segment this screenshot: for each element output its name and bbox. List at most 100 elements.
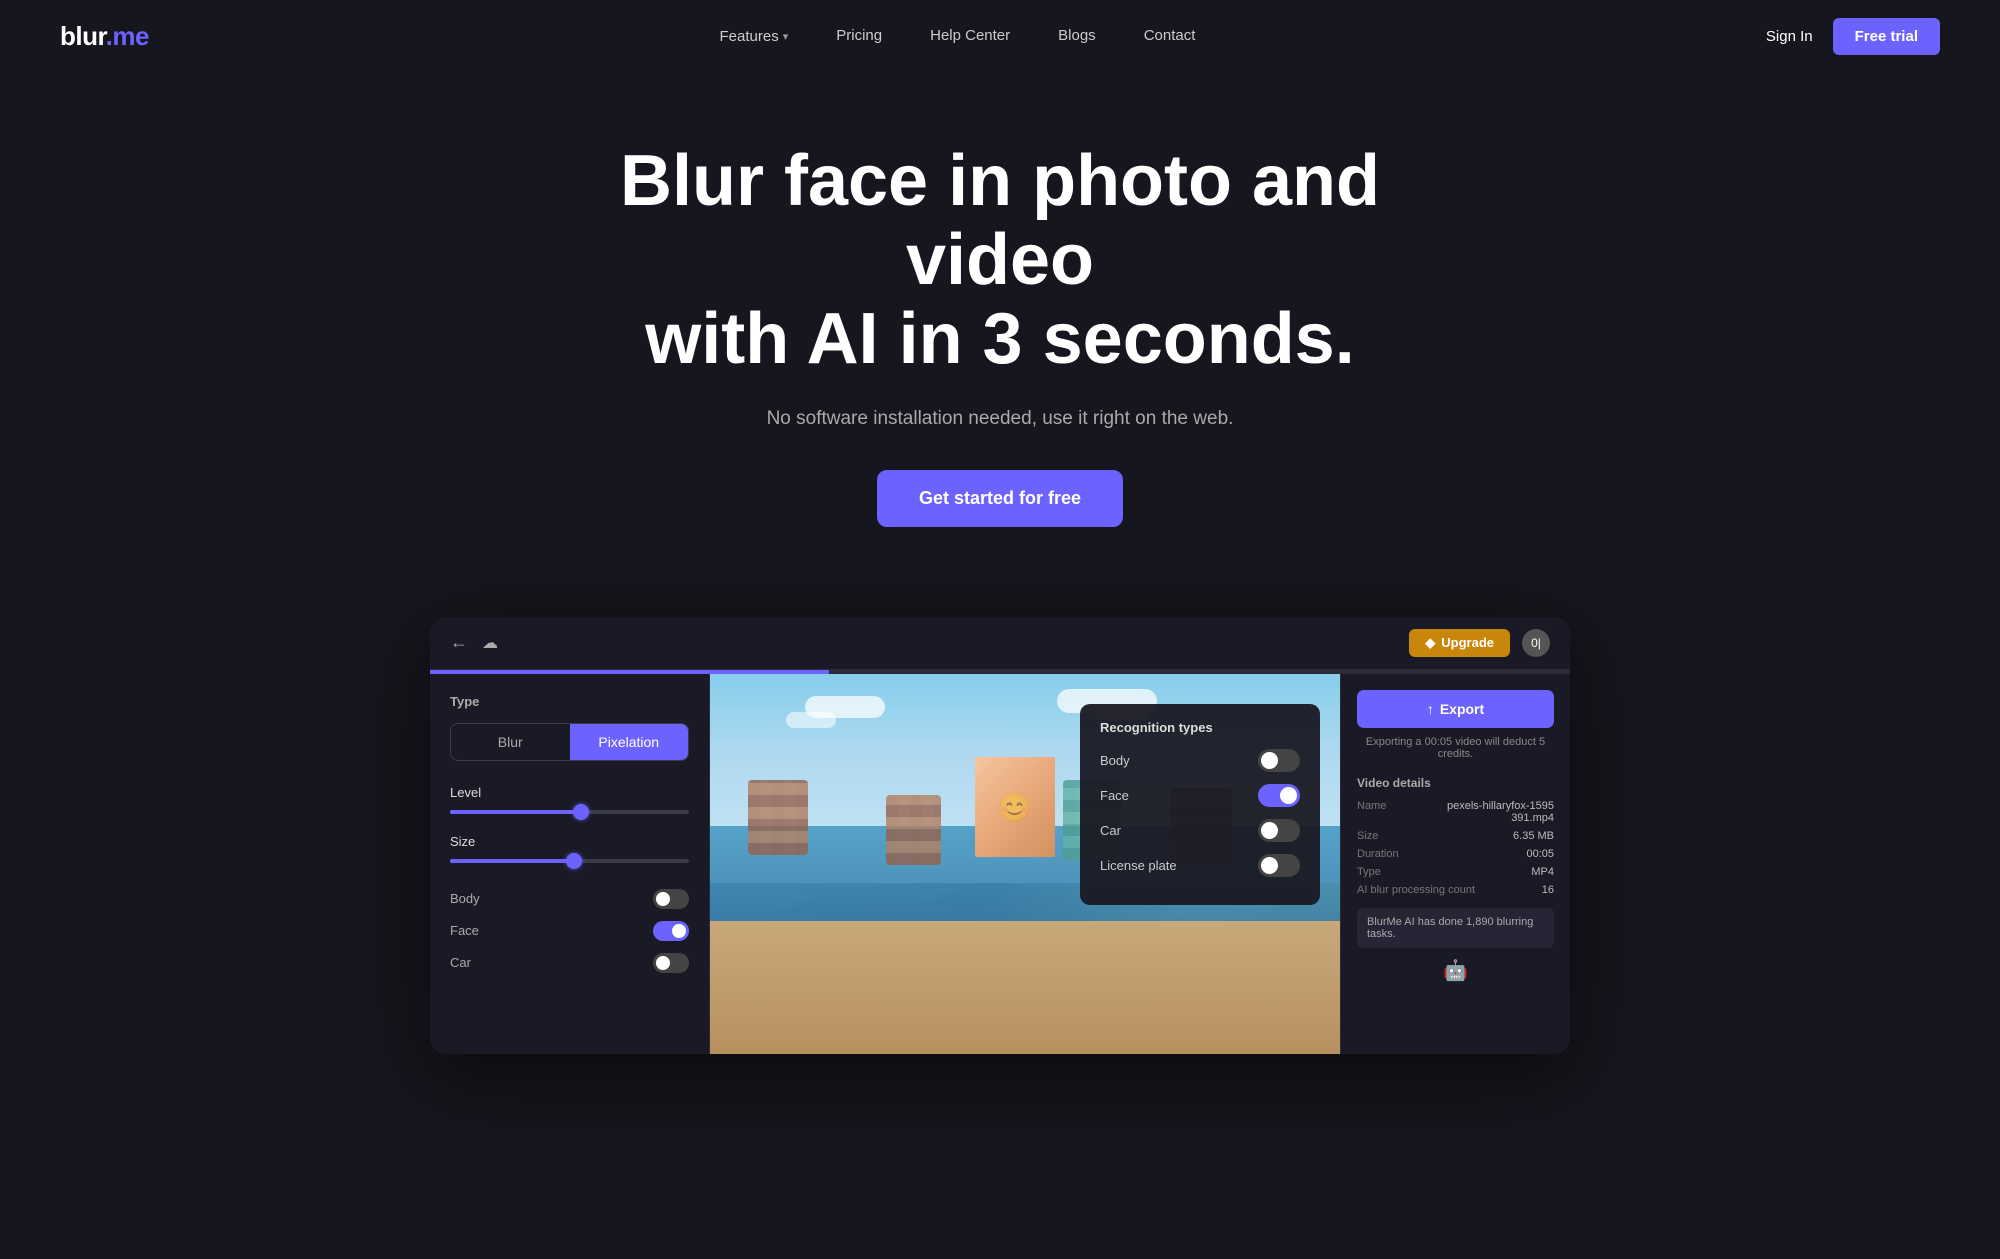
detail-name-row: Name pexels-hillaryfox-1595391.mp4 (1357, 800, 1554, 824)
video-area: 😊 Recognition types Body Face (710, 674, 1340, 1054)
level-label: Level (450, 785, 689, 800)
logo-me-text: me (112, 21, 149, 51)
detail-name-value: pexels-hillaryfox-1595391.mp4 (1444, 800, 1554, 824)
detail-ai-count-value: 16 (1542, 884, 1554, 896)
pricing-link[interactable]: Pricing (836, 27, 882, 44)
recognition-row-car: Car (1100, 819, 1300, 842)
logo-blur-text: blur (60, 21, 106, 51)
get-started-button[interactable]: Get started for free (877, 470, 1123, 527)
left-panel: Type Blur Pixelation Level Size (430, 674, 710, 1054)
level-slider[interactable] (450, 810, 689, 814)
upgrade-label: Upgrade (1441, 635, 1494, 650)
sand (710, 921, 1340, 1054)
nav-item-blogs[interactable]: Blogs (1058, 27, 1096, 45)
hero-subheading: No software installation needed, use it … (20, 408, 1980, 430)
export-icon: ↑ (1427, 701, 1434, 717)
bot-icon: 🤖 (1357, 958, 1554, 983)
detail-duration-value: 00:05 (1526, 848, 1554, 860)
detail-type-key: Type (1357, 866, 1381, 878)
blogs-label: Blogs (1058, 27, 1096, 44)
export-button[interactable]: ↑ Export (1357, 690, 1554, 728)
features-link[interactable]: Features ▾ (720, 28, 789, 45)
nav-actions: Sign In Free trial (1766, 18, 1940, 55)
level-fill (450, 810, 581, 814)
detail-ai-count-row: AI blur processing count 16 (1357, 884, 1554, 896)
face-toggle-small[interactable] (653, 921, 689, 941)
nav-item-features[interactable]: Features ▾ (720, 28, 789, 45)
car-label: Car (1100, 823, 1121, 838)
nav-item-pricing[interactable]: Pricing (836, 27, 882, 45)
detail-size-value: 6.35 MB (1513, 830, 1554, 842)
avatar: 0| (1522, 629, 1550, 657)
size-label: Size (450, 834, 689, 849)
extra-body-label: Body (450, 891, 480, 906)
export-label: Export (1440, 701, 1484, 717)
contact-label: Contact (1144, 27, 1196, 44)
back-icon[interactable]: ← (450, 632, 468, 653)
face-toggle-thumb (1280, 787, 1297, 804)
size-fill (450, 859, 574, 863)
license-toggle-thumb (1261, 857, 1278, 874)
right-panel: ↑ Export Exporting a 00:05 video will de… (1340, 674, 1570, 1054)
avatar-text: 0| (1531, 636, 1541, 650)
detail-duration-row: Duration 00:05 (1357, 848, 1554, 860)
license-plate-toggle[interactable] (1258, 854, 1300, 877)
nav-item-contact[interactable]: Contact (1144, 27, 1196, 45)
free-trial-button[interactable]: Free trial (1833, 18, 1940, 55)
body-toggle-small[interactable] (653, 889, 689, 909)
blogs-link[interactable]: Blogs (1058, 27, 1096, 44)
car-toggle-small[interactable] (653, 953, 689, 973)
detail-type-row: Type MP4 (1357, 866, 1554, 878)
video-details-title: Video details (1357, 776, 1554, 790)
body-toggle[interactable] (1258, 749, 1300, 772)
detail-duration-key: Duration (1357, 848, 1399, 860)
ai-message: BlurMe AI has done 1,890 blurring tasks. (1357, 908, 1554, 948)
hero-heading-line2: with AI in 3 seconds. (645, 299, 1354, 379)
detail-name-key: Name (1357, 800, 1386, 824)
body-thumb-small (656, 892, 670, 906)
contact-link[interactable]: Contact (1144, 27, 1196, 44)
body-toggle-thumb (1261, 752, 1278, 769)
pixelation-type-button[interactable]: Pixelation (570, 724, 689, 760)
help-center-link[interactable]: Help Center (930, 27, 1010, 44)
body-label: Body (1100, 753, 1130, 768)
logo[interactable]: blur.me (60, 21, 149, 52)
features-label: Features (720, 28, 779, 45)
car-thumb-small (656, 956, 670, 970)
face-thumb-small (672, 924, 686, 938)
extra-face-label: Face (450, 923, 479, 938)
preview-main: Type Blur Pixelation Level Size (430, 674, 1570, 1054)
gem-icon: ◆ (1425, 635, 1435, 651)
size-thumb[interactable] (566, 853, 582, 869)
export-note: Exporting a 00:05 video will deduct 5 cr… (1357, 736, 1554, 760)
recognition-row-face: Face (1100, 784, 1300, 807)
extra-row-car: Car (450, 947, 689, 979)
recognition-title: Recognition types (1100, 720, 1300, 735)
topbar-right: ◆ Upgrade 0| (1409, 629, 1550, 657)
blur-type-button[interactable]: Blur (451, 724, 570, 760)
cloud-icon[interactable]: ☁ (482, 633, 498, 653)
license-plate-label: License plate (1100, 858, 1177, 873)
recognition-row-plate: License plate (1100, 854, 1300, 877)
app-preview: ← ☁ ◆ Upgrade 0| Type Bl (430, 617, 1570, 1054)
help-center-label: Help Center (930, 27, 1010, 44)
detail-ai-count-key: AI blur processing count (1357, 884, 1475, 896)
recognition-row-body: Body (1100, 749, 1300, 772)
car-toggle-thumb (1261, 822, 1278, 839)
sign-in-button[interactable]: Sign In (1766, 28, 1813, 45)
detail-size-key: Size (1357, 830, 1378, 842)
preview-wrapper: ← ☁ ◆ Upgrade 0| Type Bl (0, 617, 2000, 1114)
pricing-label: Pricing (836, 27, 882, 44)
level-thumb[interactable] (573, 804, 589, 820)
chevron-down-icon: ▾ (783, 30, 789, 43)
face-toggle[interactable] (1258, 784, 1300, 807)
size-slider[interactable] (450, 859, 689, 863)
cloud-2 (786, 712, 836, 728)
nav-item-help[interactable]: Help Center (930, 27, 1010, 45)
navbar: blur.me Features ▾ Pricing Help Center B… (0, 0, 2000, 72)
preview-topbar: ← ☁ ◆ Upgrade 0| (430, 617, 1570, 670)
topbar-left: ← ☁ (450, 632, 498, 653)
extra-panel: Body Face Car (450, 883, 689, 979)
car-toggle[interactable] (1258, 819, 1300, 842)
upgrade-button[interactable]: ◆ Upgrade (1409, 629, 1510, 657)
